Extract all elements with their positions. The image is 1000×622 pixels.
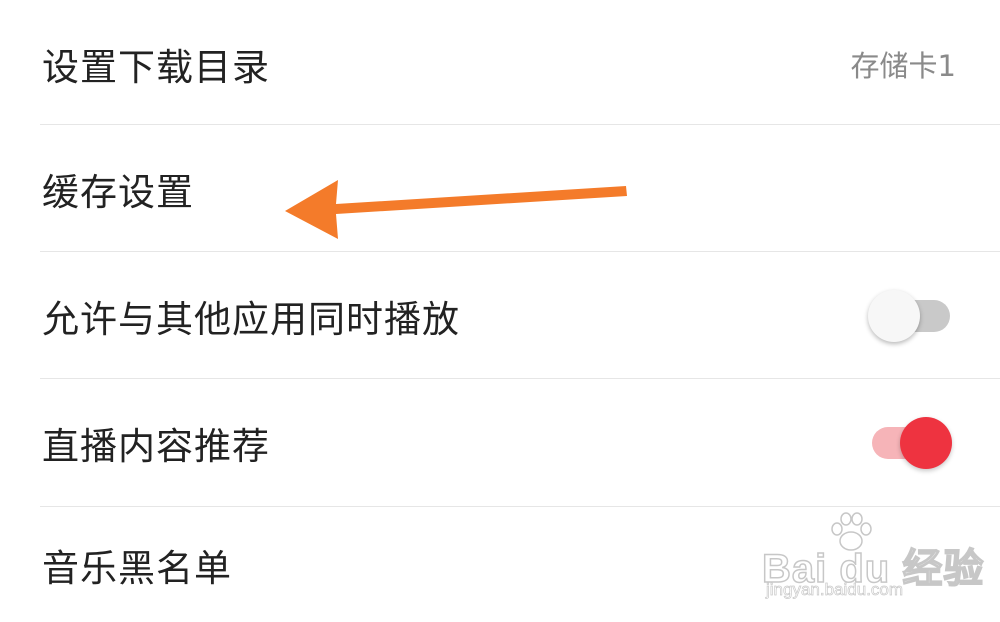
setting-value-storage: 存储卡1	[850, 48, 956, 83]
setting-label-music-blacklist: 音乐黑名单	[42, 546, 232, 590]
setting-label-cache: 缓存设置	[42, 170, 194, 214]
setting-label-download-directory: 设置下载目录	[42, 45, 270, 89]
setting-row-live-recommendation: 直播内容推荐	[40, 379, 1000, 506]
setting-label-play-with-other-apps: 允许与其他应用同时播放	[42, 297, 460, 341]
toggle-knob	[900, 416, 952, 469]
watermark-url: jingyan.baidu.com	[766, 580, 904, 600]
live-recommendation-toggle[interactable]	[868, 415, 952, 471]
setting-row-cache[interactable]: 缓存设置	[40, 125, 1000, 252]
setting-row-play-with-other-apps: 允许与其他应用同时播放	[40, 252, 1000, 379]
baidu-jingyan-watermark: Bai du 经验 jingyan.baidu.com	[761, 512, 984, 612]
play-with-other-apps-toggle[interactable]	[868, 288, 952, 344]
setting-label-live-recommendation: 直播内容推荐	[42, 424, 270, 468]
toggle-knob	[868, 289, 920, 342]
setting-row-download-directory[interactable]: 设置下载目录 存储卡1	[40, 0, 1000, 127]
